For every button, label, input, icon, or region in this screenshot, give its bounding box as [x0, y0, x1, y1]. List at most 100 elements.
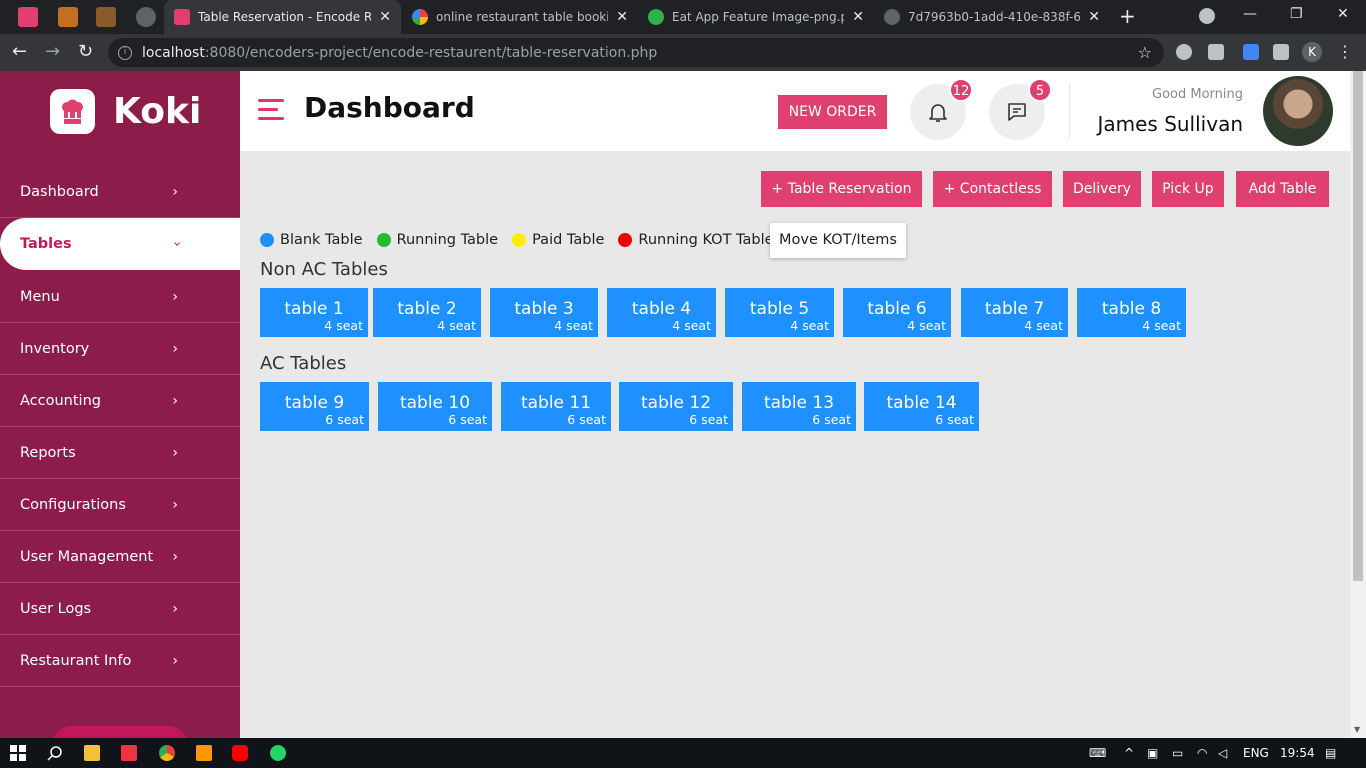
reload-icon[interactable]: ↻ [78, 41, 93, 62]
table-name: table 10 [399, 393, 471, 413]
restore-icon[interactable]: ❐ [1290, 6, 1303, 22]
contactless-button[interactable]: + Contactless [933, 171, 1052, 207]
delivery-button[interactable]: Delivery [1063, 171, 1141, 207]
page-scrollbar[interactable]: ▲ ▼ [1350, 71, 1366, 738]
table-name: table 4 [631, 299, 692, 319]
table-card[interactable]: table 14 6 seat [864, 382, 979, 431]
sidebar-item-configurations[interactable]: Configurations › [0, 479, 240, 531]
pinned-tab-globe-icon[interactable] [136, 7, 156, 27]
chevron-up-icon[interactable]: ^ [1124, 746, 1134, 760]
camera-extension-icon[interactable] [1208, 44, 1224, 60]
table-card[interactable]: table 13 6 seat [742, 382, 856, 431]
table-card[interactable]: table 96 seat [260, 382, 369, 431]
keyboard-icon[interactable]: ⌨ [1089, 746, 1106, 760]
chevron-right-icon: › [172, 549, 178, 565]
table-card[interactable]: table 10 6 seat [378, 382, 492, 431]
scrollbar-thumb[interactable] [1353, 71, 1363, 581]
extension-icon[interactable] [1176, 44, 1192, 60]
table-card[interactable]: table 14 seat [260, 288, 368, 337]
table-card[interactable]: table 84 seat [1077, 288, 1186, 337]
sidebar-item-tables[interactable]: Tables › [0, 218, 240, 270]
sidebar-item-reports[interactable]: Reports › [0, 427, 240, 479]
scroll-down-icon[interactable]: ▼ [1354, 725, 1360, 734]
minimize-icon[interactable]: — [1243, 6, 1257, 22]
battery-icon[interactable]: ▭ [1172, 746, 1183, 760]
address-bar[interactable]: i localhost:8080/encoders-project/encode… [108, 38, 1164, 67]
chevron-right-icon: › [172, 601, 178, 617]
table-card[interactable]: table 64 seat [843, 288, 951, 337]
new-tab-icon[interactable]: + [1119, 4, 1136, 28]
table-reservation-button[interactable]: + Table Reservation [761, 171, 922, 207]
bell-icon [929, 104, 947, 122]
notification-center-icon[interactable]: ▤ [1325, 746, 1336, 760]
chrome-icon[interactable] [159, 745, 175, 761]
sidebar-item-restaurant-info[interactable]: Restaurant Info › [0, 635, 240, 687]
extensions-puzzle-icon[interactable] [1273, 44, 1289, 60]
wifi-icon[interactable]: ◠ [1197, 746, 1207, 760]
sidebar-item-label: Restaurant Info [20, 653, 132, 669]
new-order-button[interactable]: NEW ORDER [778, 95, 887, 129]
pen-extension-icon[interactable] [1243, 44, 1259, 60]
table-card[interactable]: table 11 6 seat [501, 382, 611, 431]
legend-label: Blank Table [280, 232, 363, 248]
sidebar-action-button[interactable] [52, 726, 188, 738]
table-card[interactable]: table 74 seat [961, 288, 1068, 337]
close-tab-icon[interactable]: ✕ [1088, 9, 1100, 25]
pinned-tab-icon[interactable] [58, 7, 78, 27]
sidebar-item-label: User Logs [20, 601, 92, 617]
legend-blank: Blank Table [260, 232, 363, 248]
close-window-icon[interactable]: ✕ [1337, 6, 1349, 22]
table-seats: 6 seat [567, 412, 606, 427]
back-icon[interactable]: ← [12, 41, 27, 62]
site-info-icon[interactable]: i [118, 45, 132, 60]
table-card[interactable]: table 24 seat [373, 288, 481, 337]
clock[interactable]: 19:54 [1280, 746, 1315, 760]
close-tab-icon[interactable]: ✕ [616, 9, 628, 25]
close-tab-icon[interactable]: ✕ [852, 9, 864, 25]
add-table-button[interactable]: Add Table [1236, 171, 1329, 207]
browser-tab[interactable]: online restaurant table booking ✕ [402, 0, 638, 34]
notification-count-badge: 12 [949, 78, 973, 102]
browser-tab[interactable]: 7d7963b0-1add-410e-838f-6f73 ✕ [874, 0, 1110, 34]
brand-logo[interactable]: Koki [50, 89, 201, 134]
sidebar-item-menu[interactable]: Menu › [0, 271, 240, 323]
sidebar-item-inventory[interactable]: Inventory › [0, 323, 240, 375]
language-indicator[interactable]: ENG [1243, 746, 1269, 760]
table-card[interactable]: table 54 seat [725, 288, 834, 337]
windows-start-icon[interactable] [10, 745, 26, 761]
browser-tab-active[interactable]: Table Reservation - Encode Resta ✕ [164, 0, 401, 34]
table-card[interactable]: table 12 6 seat [619, 382, 733, 431]
app-icon[interactable] [121, 745, 137, 761]
sidebar-item-dashboard[interactable]: Dashboard › [0, 166, 240, 218]
browser-menu-icon[interactable]: ⋮ [1337, 42, 1353, 61]
sidebar-item-user-logs[interactable]: User Logs › [0, 583, 240, 635]
table-card[interactable]: table 44 seat [607, 288, 716, 337]
pinned-tab-icon[interactable] [96, 7, 116, 27]
move-kot-items-button[interactable]: Move KOT/Items [770, 223, 906, 258]
messages-button[interactable]: 5 [989, 78, 1052, 140]
tab-title: 7d7963b0-1add-410e-838f-6f73 [908, 10, 1081, 24]
tab-search-icon[interactable] [1199, 8, 1215, 24]
bookmark-star-icon[interactable]: ☆ [1138, 43, 1152, 62]
user-avatar[interactable] [1263, 76, 1333, 146]
close-tab-icon[interactable]: ✕ [379, 9, 391, 25]
hamburger-menu-icon[interactable] [258, 99, 284, 121]
profile-avatar[interactable]: K [1302, 42, 1322, 62]
file-explorer-icon[interactable] [84, 745, 100, 761]
whatsapp-icon[interactable] [270, 745, 286, 761]
pinned-tab-koki-icon[interactable] [18, 7, 38, 27]
search-icon[interactable] [47, 745, 63, 761]
sublime-icon[interactable] [196, 745, 212, 761]
youtube-icon[interactable] [232, 745, 248, 761]
browser-tab-strip: Table Reservation - Encode Resta ✕ onlin… [0, 0, 1366, 34]
table-card[interactable]: table 34 seat [490, 288, 598, 337]
notifications-button[interactable]: 12 [910, 78, 973, 140]
sidebar-item-accounting[interactable]: Accounting › [0, 375, 240, 427]
user-name[interactable]: James Sullivan [1097, 112, 1243, 136]
volume-icon[interactable]: ◁ [1218, 746, 1227, 760]
browser-tab[interactable]: Eat App Feature Image-png.png ✕ [638, 0, 874, 34]
pickup-button[interactable]: Pick Up [1152, 171, 1224, 207]
forward-icon[interactable]: → [45, 41, 60, 62]
meet-now-icon[interactable]: ▣ [1147, 746, 1158, 760]
sidebar-item-user-management[interactable]: User Management › [0, 531, 240, 583]
